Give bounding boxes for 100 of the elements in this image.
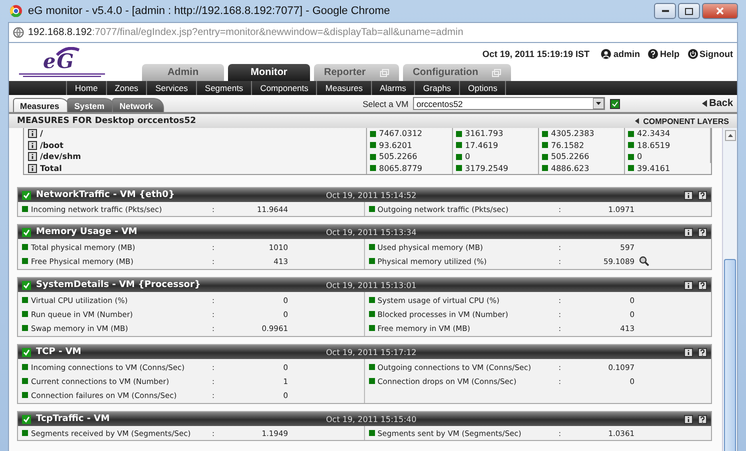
check-icon: [22, 190, 31, 200]
help-icon[interactable]: [698, 348, 707, 356]
panel-timestamp: Oct 19, 2011 15:13:34: [326, 228, 418, 236]
scrollbar[interactable]: [722, 128, 737, 451]
panel-title: TcpTraffic - VM: [36, 414, 111, 424]
status-icon: [22, 297, 28, 303]
info-icon[interactable]: [28, 152, 37, 162]
minimize-icon: [662, 10, 668, 12]
status-icon: [368, 206, 374, 212]
status-icon: [368, 258, 374, 264]
panel-title: TCP - VM: [36, 347, 82, 357]
table-cell: 0: [637, 152, 642, 162]
info-icon[interactable]: [684, 190, 693, 200]
disk-name: /boot: [40, 140, 64, 150]
checkbox[interactable]: [610, 98, 620, 108]
vm-select[interactable]: orccentos52: [413, 97, 606, 110]
scroll-up-icon[interactable]: [724, 130, 736, 141]
main-tab[interactable]: Reporter: [314, 64, 399, 81]
close-button[interactable]: [702, 3, 738, 19]
table-cell: 39.4161: [637, 164, 670, 173]
url-host: 192.168.8.192: [28, 27, 92, 38]
status-icon: [368, 244, 374, 250]
table-cell: 3161.793: [465, 129, 504, 138]
info-icon[interactable]: [28, 164, 37, 173]
main-tab[interactable]: Monitor: [228, 64, 310, 81]
info-icon[interactable]: [684, 228, 693, 236]
close-icon: [716, 7, 724, 15]
status-icon: [368, 297, 374, 303]
triangle-left-icon: [635, 118, 640, 124]
panel-timestamp: Oct 19, 2011 15:13:01: [326, 280, 418, 290]
minimize-button[interactable]: [654, 3, 676, 19]
check-icon: [22, 348, 31, 356]
table-cell: 505.2266: [379, 152, 418, 162]
check-icon: [22, 280, 31, 290]
help-icon[interactable]: [698, 414, 707, 424]
sub-tab[interactable]: Network: [112, 98, 164, 112]
status-icon: [22, 364, 28, 370]
user-icon: [601, 49, 612, 59]
maximize-button[interactable]: [678, 3, 700, 19]
status-icon: [368, 311, 374, 317]
search-icon[interactable]: [638, 256, 648, 266]
datetime: Oct 19, 2011 15:19:19 IST: [482, 49, 590, 59]
table-cell: 0: [465, 152, 470, 162]
status-icon: [22, 258, 28, 264]
status-icon: [22, 206, 28, 212]
table-cell: 4305.2383: [551, 129, 594, 138]
status-icon: [368, 325, 374, 331]
header-link[interactable]: admin: [601, 49, 640, 59]
disk-name: /dev/shm: [40, 152, 82, 162]
status-icon: [22, 430, 28, 436]
status-icon: [22, 392, 28, 398]
window-title: eG monitor - v5.4.0 - [admin : http://192.168.8.192:7077] - Google Chrome: [28, 5, 391, 17]
panel-title: SystemDetails - VM {Processor}: [36, 280, 202, 290]
table-cell: 76.1582: [551, 140, 584, 150]
maximize-icon: [685, 8, 693, 14]
table-cell: 93.6201: [379, 140, 412, 150]
status-icon: [22, 325, 28, 331]
status-icon: [368, 364, 374, 370]
table-cell: 3179.2549: [465, 164, 508, 173]
table-cell: 17.4619: [465, 140, 498, 150]
panel-timestamp: Oct 19, 2011 15:17:12: [326, 348, 418, 356]
back-link[interactable]: Back: [702, 98, 737, 112]
header-link[interactable]: Help: [648, 49, 680, 59]
page-title: MEASURES FOR Desktop orccentos52: [17, 116, 196, 126]
disk-name: /: [40, 129, 43, 138]
table-cell: 42.3434: [637, 129, 670, 138]
info-icon[interactable]: [684, 348, 693, 356]
help-icon[interactable]: [698, 190, 707, 200]
table-cell: 18.6519: [637, 140, 670, 150]
status-icon: [22, 378, 28, 384]
table-cell: 505.2266: [551, 152, 590, 162]
caret-icon: [593, 98, 604, 109]
info-icon[interactable]: [28, 140, 37, 150]
panel-title: NetworkTraffic - VM {eth0}: [36, 190, 176, 200]
help-icon[interactable]: [698, 280, 707, 290]
check-icon: [22, 228, 31, 236]
status-icon: [368, 430, 374, 436]
info-icon[interactable]: [684, 414, 693, 424]
logo: eG: [43, 49, 75, 73]
vm-select-label: Select a VM: [362, 98, 408, 108]
component-layers-link[interactable]: COMPONENT LAYERS: [635, 116, 729, 126]
status-icon: [368, 378, 374, 384]
main-tab[interactable]: Configuration: [402, 64, 512, 81]
info-icon[interactable]: [684, 280, 693, 290]
help-icon[interactable]: [698, 228, 707, 236]
power-icon: [688, 49, 698, 59]
triangle-left-icon: [702, 100, 708, 107]
main-tab[interactable]: Admin: [142, 64, 224, 81]
address-bar[interactable]: 192.168.8.192:7077/final/egIndex.jsp?entry=monitor&newwindow=&displayTab=all&uname=admin: [8, 22, 738, 43]
browser-logo-icon: [10, 5, 22, 17]
panel-timestamp: Oct 19, 2011 15:15:40: [326, 414, 418, 424]
table-cell: 8065.8779: [379, 164, 422, 173]
header-link[interactable]: Signout: [688, 49, 733, 59]
panel-timestamp: Oct 19, 2011 15:14:52: [326, 190, 418, 200]
status-icon: [22, 244, 28, 250]
disk-name: Total: [40, 164, 62, 173]
info-icon[interactable]: [28, 129, 37, 138]
status-icon: [22, 311, 28, 317]
globe-icon: [13, 27, 24, 38]
table-cell: 7467.0312: [379, 129, 422, 138]
